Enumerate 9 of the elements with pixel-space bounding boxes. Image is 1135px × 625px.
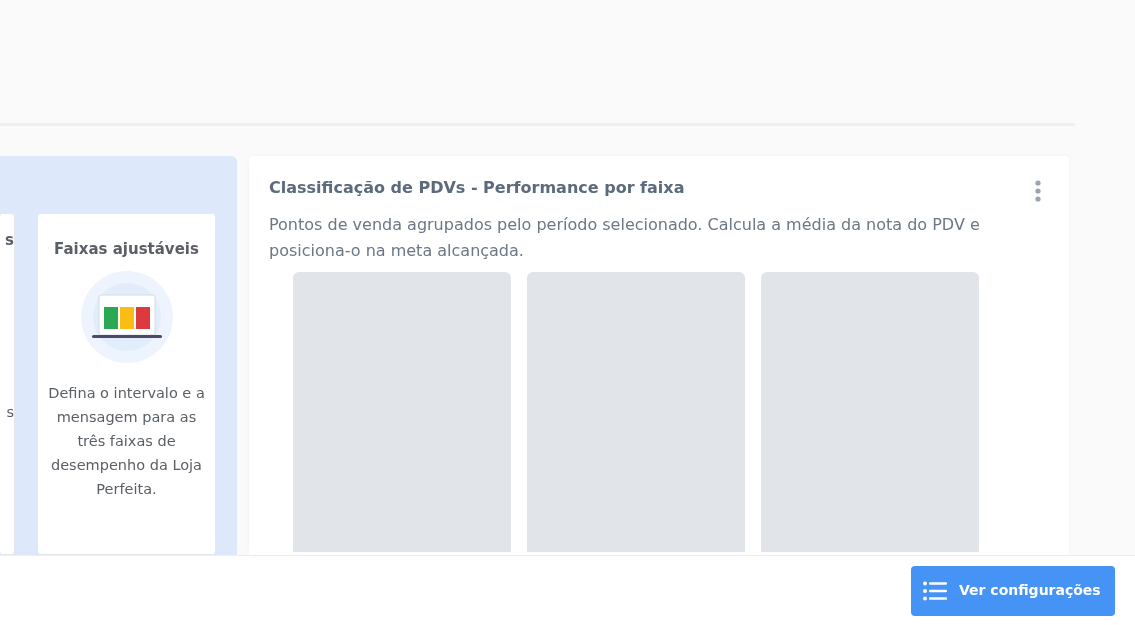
card-title: Classificação de PDVs - Performance por faixa bbox=[269, 177, 685, 199]
card-text: Defina o intervalo e a mensagem para as três faixas de desempenho da Loja Perfeita. bbox=[47, 383, 206, 499]
card-title: s bbox=[5, 230, 14, 251]
card-text: s bbox=[6, 402, 14, 422]
card-description: Pontos de venda agrupados pelo período selecionado. Calcula a média da nota do PDV e posiciona-o na meta alcançada. bbox=[269, 214, 981, 262]
settings-button[interactable]: Ver configurações bbox=[911, 565, 1115, 616]
card-title: Faixas ajustáveis bbox=[54, 239, 199, 260]
more-icon[interactable] bbox=[1035, 180, 1041, 202]
list-icon bbox=[923, 580, 947, 601]
